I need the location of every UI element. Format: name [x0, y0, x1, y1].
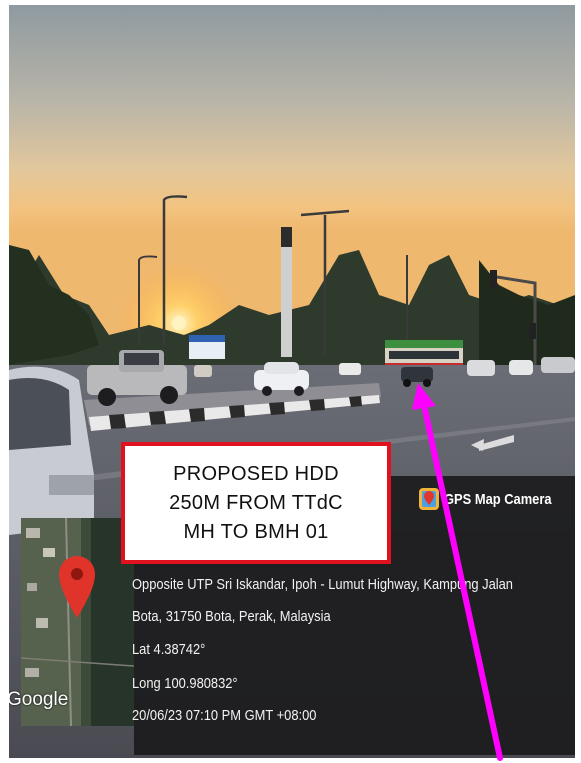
datetime: 20/06/23 07:10 PM GMT +08:00 — [132, 707, 317, 724]
annotation-label-box: PROPOSED HDD 250M FROM TTdC MH TO BMH 01 — [121, 442, 391, 564]
label-line-2: 250M FROM TTdC — [169, 491, 343, 514]
label-line-1: PROPOSED HDD — [173, 462, 339, 485]
app-badge: GPS Map Camera — [419, 488, 569, 510]
app-name: GPS Map Camera — [444, 490, 552, 508]
latitude: Lat 4.38742° — [132, 641, 206, 658]
photo-frame: Google GPS Map Camera Opposite UTP Sri I… — [9, 5, 575, 758]
address-line-2: Bota, 31750 Bota, Perak, Malaysia — [132, 608, 331, 625]
google-logo: Google — [9, 689, 69, 710]
address-line-1: Opposite UTP Sri Iskandar, Ipoh - Lumut … — [132, 576, 513, 593]
longitude: Long 100.980832° — [132, 675, 238, 692]
gps-camera-app-icon — [419, 488, 439, 510]
label-line-3: MH TO BMH 01 — [183, 520, 329, 543]
